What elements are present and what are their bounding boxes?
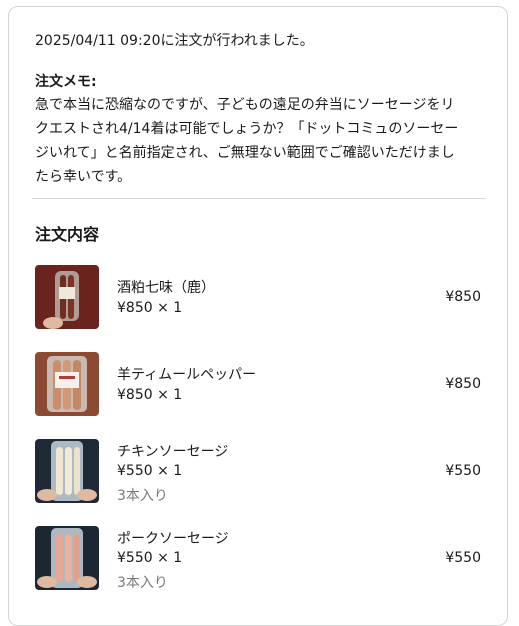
order-item[interactable]: ポークソーセージ ¥550 × 1 3本入り ¥550 xyxy=(0,525,519,605)
order-item[interactable]: チキンソーセージ ¥550 × 1 3本入り ¥550 xyxy=(0,438,519,518)
product-price: ¥550 xyxy=(445,463,481,479)
order-contents-title: 注文内容 xyxy=(35,225,100,244)
product-name: 羊ティムールペッパー xyxy=(117,367,257,383)
product-thumbnail xyxy=(35,352,99,416)
product-unit-qty: ¥850 × 1 xyxy=(117,300,183,316)
product-name: 酒粕七味（鹿） xyxy=(117,280,215,296)
memo-line: ジいれて」と名前指定され、ご無理ない範囲でご確認いただけまし xyxy=(35,145,455,161)
product-unit-qty: ¥850 × 1 xyxy=(117,387,183,403)
product-thumbnail xyxy=(35,439,99,503)
order-memo-body: 急で本当に恐縮なのですが、子どもの遠足の弁当にソーセージをリ クエストされ4/1… xyxy=(35,93,491,189)
product-note: 3本入り xyxy=(117,488,168,504)
product-price: ¥850 xyxy=(445,376,481,392)
memo-line: クエストされ4/14着は可能でしょうか？「ドットコミュのソーセー xyxy=(35,121,459,137)
product-unit-qty: ¥550 × 1 xyxy=(117,463,183,479)
memo-line: 急で本当に恐縮なのですが、子どもの遠足の弁当にソーセージをリ xyxy=(35,97,455,113)
product-price: ¥550 xyxy=(445,550,481,566)
product-name: チキンソーセージ xyxy=(117,444,229,460)
product-thumbnail xyxy=(35,526,99,590)
product-note: 3本入り xyxy=(117,575,168,591)
section-divider xyxy=(32,198,486,199)
order-item[interactable]: 酒粕七味（鹿） ¥850 × 1 ¥850 xyxy=(0,264,519,344)
product-price: ¥850 xyxy=(445,289,481,305)
order-memo-title: 注文メモ: xyxy=(35,74,97,90)
product-name: ポークソーセージ xyxy=(117,531,229,547)
product-thumbnail xyxy=(35,265,99,329)
product-unit-qty: ¥550 × 1 xyxy=(117,550,183,566)
memo-line: たら幸いです。 xyxy=(35,169,132,185)
order-item[interactable]: 羊ティムールペッパー ¥850 × 1 ¥850 xyxy=(0,351,519,431)
order-timestamp-text: 2025/04/11 09:20に注文が行われました。 xyxy=(35,33,314,49)
